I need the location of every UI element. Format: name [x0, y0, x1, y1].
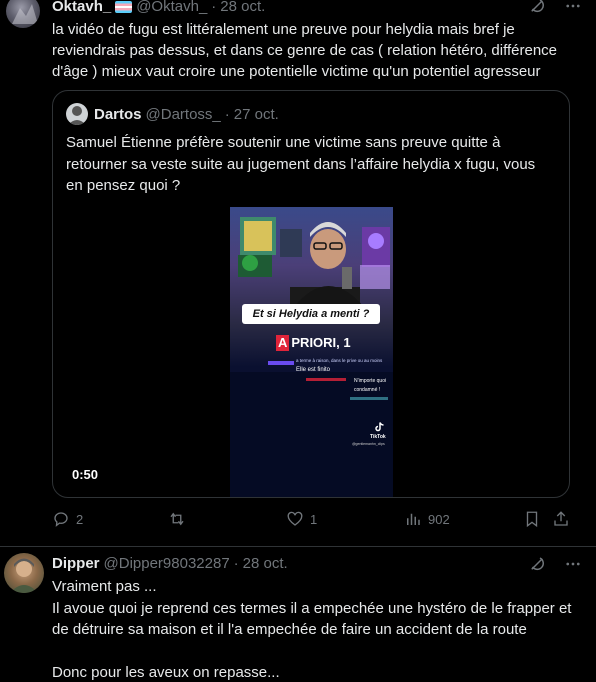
quote-author-handle[interactable]: @Dartoss_	[146, 106, 221, 123]
reply-count: 2	[76, 511, 84, 527]
chat-line-2: Elle est finito	[296, 367, 331, 373]
views-button[interactable]: 902	[404, 510, 450, 528]
like-count: 1	[310, 511, 318, 527]
repost-icon	[168, 510, 186, 528]
separator-dot: ·	[233, 555, 239, 572]
post-line-1: Vraiment pas ...	[52, 578, 157, 595]
reply-button[interactable]: 2	[52, 510, 83, 528]
show-title: PRIORI, 1	[291, 335, 351, 350]
quote-text: Samuel Étienne préfère soutenir une vict…	[66, 134, 536, 194]
video-player[interactable]: Et si Helydia a menti ? A PRIORI, 1 a te…	[230, 207, 393, 497]
quote-separator-dot: ·	[224, 105, 230, 123]
post-line-2: Il avoue quoi je reprend ces termes il a…	[52, 599, 576, 639]
avatar-image	[12, 4, 38, 24]
video-duration: 0:50	[72, 467, 99, 482]
more-icon[interactable]	[564, 0, 582, 15]
separator-dot: ·	[211, 0, 217, 15]
grok-icon[interactable]	[528, 555, 546, 573]
like-icon	[286, 510, 304, 528]
post-line-3: Donc pour les aveux on repasse...	[52, 664, 280, 681]
trans-flag-emoji	[115, 0, 133, 13]
author-handle[interactable]: @Dipper98032287	[104, 555, 230, 572]
post-text-content: la vidéo de fugu est littéralement une p…	[52, 21, 562, 80]
post-dipper[interactable]: Dipper @Dipper98032287 · 28 oct. Vraimen…	[0, 547, 596, 682]
avatar[interactable]	[4, 553, 44, 593]
chat-user-bar	[306, 378, 346, 381]
quoted-post[interactable]: Dartos @Dartoss_ · 27 oct. Samuel Étienn…	[52, 90, 570, 498]
quote-date[interactable]: 27 oct.	[234, 106, 279, 123]
views-icon	[404, 510, 422, 528]
author-name[interactable]: Oktavh_	[52, 0, 111, 15]
post-oktavh[interactable]: Oktavh_ @Oktavh_ · 28 oct. la vidéo de f…	[0, 0, 596, 546]
bookmark-button[interactable]	[523, 510, 541, 528]
like-button[interactable]: 1	[286, 510, 317, 528]
chat-highlight-bar	[268, 361, 294, 365]
tiktok-user: @gentlemanhn_clips	[352, 442, 385, 446]
quote-avatar[interactable]	[66, 103, 88, 125]
bookmark-icon	[523, 510, 541, 528]
action-bar: 2 1 902	[52, 510, 572, 532]
post-text: Vraiment pas ... Il avoue quoi je repren…	[52, 576, 576, 682]
show-badge: A	[276, 335, 290, 351]
grok-icon[interactable]	[528, 0, 546, 15]
author-name[interactable]: Dipper	[52, 555, 100, 572]
chat-line-4: condamné !	[354, 387, 381, 393]
post-date[interactable]: 28 oct.	[220, 0, 265, 15]
author-handle[interactable]: @Oktavh_	[136, 0, 207, 15]
reply-icon	[52, 510, 70, 528]
tiktok-label: TikTok	[370, 434, 386, 440]
post-text: la vidéo de fugu est littéralement une p…	[52, 19, 576, 82]
avatar-image	[10, 558, 38, 593]
tiktok-icon	[373, 421, 385, 433]
video-caption: Et si Helydia a menti ?	[242, 304, 380, 324]
chat-line-3: N'importe quoi	[354, 378, 387, 384]
repost-button[interactable]	[168, 510, 192, 528]
share-button[interactable]	[552, 510, 570, 528]
quote-avatar-image	[68, 106, 86, 125]
avatar[interactable]	[6, 0, 40, 28]
chat-user-bar-2	[350, 397, 388, 400]
quote-author-name[interactable]: Dartos	[94, 106, 142, 123]
more-icon[interactable]	[564, 555, 582, 573]
chat-line-1: a terme à raison, dans le prive ou au mo…	[296, 358, 383, 363]
views-count: 902	[428, 511, 450, 527]
video-frame	[230, 217, 393, 497]
post-date[interactable]: 28 oct.	[243, 555, 288, 572]
share-icon	[552, 510, 570, 528]
